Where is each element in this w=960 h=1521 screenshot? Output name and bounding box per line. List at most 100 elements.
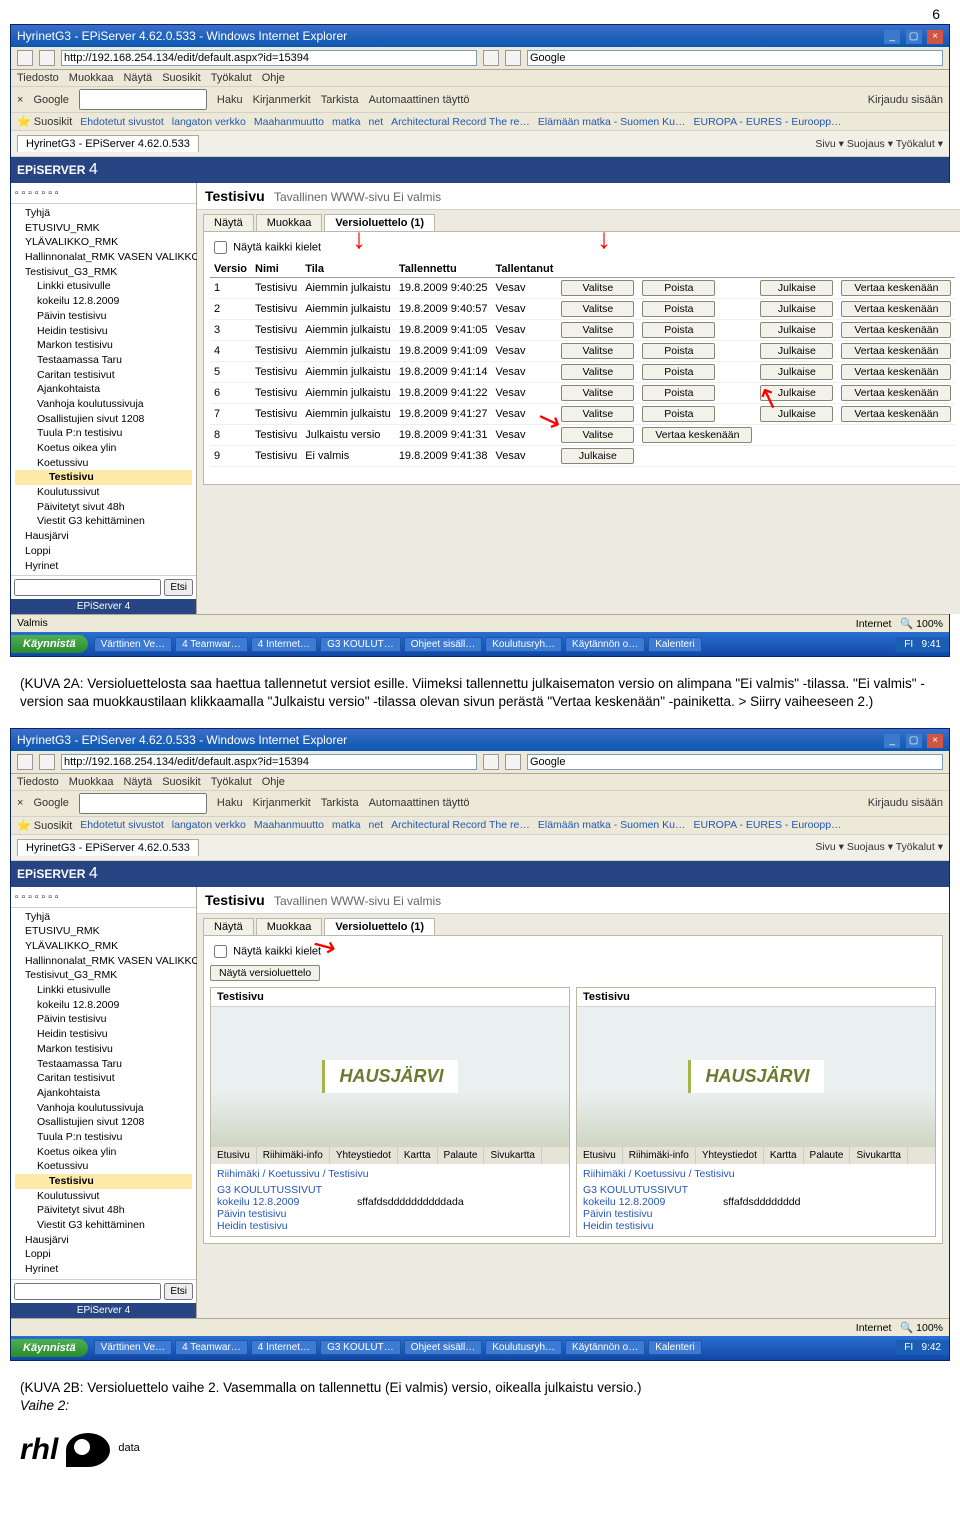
- tree-search-btn[interactable]: Etsi: [164, 1283, 193, 1300]
- sidebar-toolbar[interactable]: ▫ ▫ ▫ ▫ ▫ ▫ ▫: [11, 887, 196, 908]
- taskbar-item[interactable]: 4 Internet…: [251, 637, 317, 652]
- fav-item[interactable]: Maahanmuutto: [254, 116, 324, 128]
- refresh-icon[interactable]: [483, 50, 499, 66]
- tab-edit[interactable]: Muokkaa: [256, 918, 323, 935]
- show-versionlist-btn[interactable]: Näytä versioluettelo: [210, 965, 320, 981]
- forward-icon[interactable]: [39, 50, 55, 66]
- tab-versionlist[interactable]: Versioluettelo (1): [324, 918, 435, 935]
- action-button[interactable]: Julkaise: [760, 406, 833, 422]
- tree-search-input[interactable]: [14, 1283, 161, 1300]
- menu-view[interactable]: Näytä: [123, 72, 152, 84]
- fav-item[interactable]: net: [369, 819, 384, 831]
- bookmarks-btn[interactable]: Kirjanmerkit: [253, 797, 311, 809]
- action-button[interactable]: Valitse: [561, 427, 634, 443]
- list-item[interactable]: Heidin testisivu: [217, 1220, 357, 1232]
- taskbar-item[interactable]: Värttinen Ve…: [94, 1340, 172, 1355]
- action-button[interactable]: Julkaise: [760, 280, 833, 296]
- nav-item[interactable]: Yhteystiedot: [330, 1147, 398, 1164]
- menu-file[interactable]: Tiedosto: [17, 776, 59, 788]
- nav-item[interactable]: Yhteystiedot: [696, 1147, 764, 1164]
- taskbar-item[interactable]: Ohjeet sisäll…: [404, 1340, 482, 1355]
- menu-view[interactable]: Näytä: [123, 776, 152, 788]
- fav-item[interactable]: matka: [332, 116, 361, 128]
- back-icon[interactable]: [17, 754, 33, 770]
- tree-search-input[interactable]: [14, 579, 161, 596]
- sidebar-toolbar[interactable]: ▫ ▫ ▫ ▫ ▫ ▫ ▫: [11, 183, 196, 204]
- action-button[interactable]: Julkaise: [561, 448, 634, 464]
- nav-item[interactable]: Riihimäki-info: [257, 1147, 330, 1164]
- fav-item[interactable]: EUROPA - EURES - Euroopp…: [694, 116, 842, 128]
- list-item[interactable]: Päivin testisivu: [583, 1208, 723, 1220]
- action-button[interactable]: Vertaa keskenään: [841, 364, 951, 380]
- browser-tab[interactable]: HyrinetG3 - EPiServer 4.62.0.533: [17, 135, 199, 152]
- google-search-input[interactable]: [79, 89, 207, 110]
- refresh-icon[interactable]: [483, 754, 499, 770]
- action-button[interactable]: Vertaa keskenään: [841, 301, 951, 317]
- menu-favorites[interactable]: Suosikit: [162, 72, 201, 84]
- action-button[interactable]: Valitse: [561, 301, 634, 317]
- autofill-btn[interactable]: Automaattinen täyttö: [369, 797, 470, 809]
- minimize-button[interactable]: _: [884, 734, 900, 748]
- google-search-btn[interactable]: Haku: [217, 94, 243, 106]
- nav-item[interactable]: Riihimäki-info: [623, 1147, 696, 1164]
- minimize-button[interactable]: _: [884, 30, 900, 44]
- taskbar-item[interactable]: Kalenteri: [648, 1340, 701, 1355]
- all-lang-checkbox[interactable]: [214, 945, 227, 958]
- action-button[interactable]: Valitse: [561, 322, 634, 338]
- check-btn[interactable]: Tarkista: [321, 797, 359, 809]
- action-button[interactable]: Vertaa keskenään: [841, 322, 951, 338]
- fav-item[interactable]: Architectural Record The re…: [391, 116, 530, 128]
- taskbar-item[interactable]: G3 KOULUT…: [320, 1340, 401, 1355]
- tree-search-btn[interactable]: Etsi: [164, 579, 193, 596]
- start-button[interactable]: Käynnistä: [11, 635, 88, 653]
- close-button[interactable]: ×: [927, 734, 943, 748]
- action-button[interactable]: Valitse: [561, 280, 634, 296]
- nav-item[interactable]: Kartta: [764, 1147, 804, 1164]
- nav-item[interactable]: Sivukartta: [850, 1147, 907, 1164]
- action-button[interactable]: Vertaa keskenään: [841, 280, 951, 296]
- list-item[interactable]: kokeilu 12.8.2009: [583, 1196, 723, 1208]
- fav-item[interactable]: langaton verkko: [172, 116, 246, 128]
- close-button[interactable]: ×: [927, 30, 943, 44]
- check-btn[interactable]: Tarkista: [321, 94, 359, 106]
- list-item[interactable]: G3 KOULUTUSSIVUT: [217, 1184, 357, 1196]
- action-button[interactable]: Vertaa keskenään: [841, 406, 951, 422]
- action-button[interactable]: Vertaa keskenään: [841, 343, 951, 359]
- tab-view[interactable]: Näytä: [203, 918, 254, 935]
- menu-help[interactable]: Ohje: [262, 776, 285, 788]
- forward-icon[interactable]: [39, 754, 55, 770]
- taskbar-item[interactable]: 4 Teamwar…: [175, 637, 248, 652]
- page-tools[interactable]: Sivu ▾ Suojaus ▾ Työkalut ▾: [815, 138, 943, 150]
- maximize-button[interactable]: ▢: [906, 30, 922, 44]
- page-tools[interactable]: Sivu ▾ Suojaus ▾ Työkalut ▾: [815, 841, 943, 853]
- list-item[interactable]: Heidin testisivu: [583, 1220, 723, 1232]
- action-button[interactable]: Vertaa keskenään: [642, 427, 752, 443]
- all-lang-checkbox[interactable]: [214, 241, 227, 254]
- show-all-languages[interactable]: Näytä kaikki kielet: [210, 942, 936, 961]
- nav-item[interactable]: Palaute: [438, 1147, 485, 1164]
- menu-favorites[interactable]: Suosikit: [162, 776, 201, 788]
- action-button[interactable]: Valitse: [561, 385, 634, 401]
- action-button[interactable]: Julkaise: [760, 364, 833, 380]
- fav-item[interactable]: Maahanmuutto: [254, 819, 324, 831]
- action-button[interactable]: Poista: [642, 280, 715, 296]
- menu-help[interactable]: Ohje: [262, 72, 285, 84]
- menu-tools[interactable]: Työkalut: [211, 776, 252, 788]
- action-button[interactable]: Poista: [642, 301, 715, 317]
- search-input[interactable]: [527, 50, 943, 66]
- action-button[interactable]: Valitse: [561, 364, 634, 380]
- back-icon[interactable]: [17, 50, 33, 66]
- nav-item[interactable]: Sivukartta: [484, 1147, 541, 1164]
- zoom-level[interactable]: 100%: [916, 1322, 943, 1334]
- google-search-input[interactable]: [79, 793, 207, 814]
- list-item[interactable]: kokeilu 12.8.2009: [217, 1196, 357, 1208]
- action-button[interactable]: Valitse: [561, 406, 634, 422]
- maximize-button[interactable]: ▢: [906, 734, 922, 748]
- fav-item[interactable]: matka: [332, 819, 361, 831]
- start-button[interactable]: Käynnistä: [11, 1339, 88, 1357]
- taskbar-item[interactable]: G3 KOULUT…: [320, 637, 401, 652]
- browser-tab[interactable]: HyrinetG3 - EPiServer 4.62.0.533: [17, 839, 199, 856]
- fav-item[interactable]: Ehdotetut sivustot: [80, 116, 163, 128]
- url-input[interactable]: [61, 50, 477, 66]
- menu-tools[interactable]: Työkalut: [211, 72, 252, 84]
